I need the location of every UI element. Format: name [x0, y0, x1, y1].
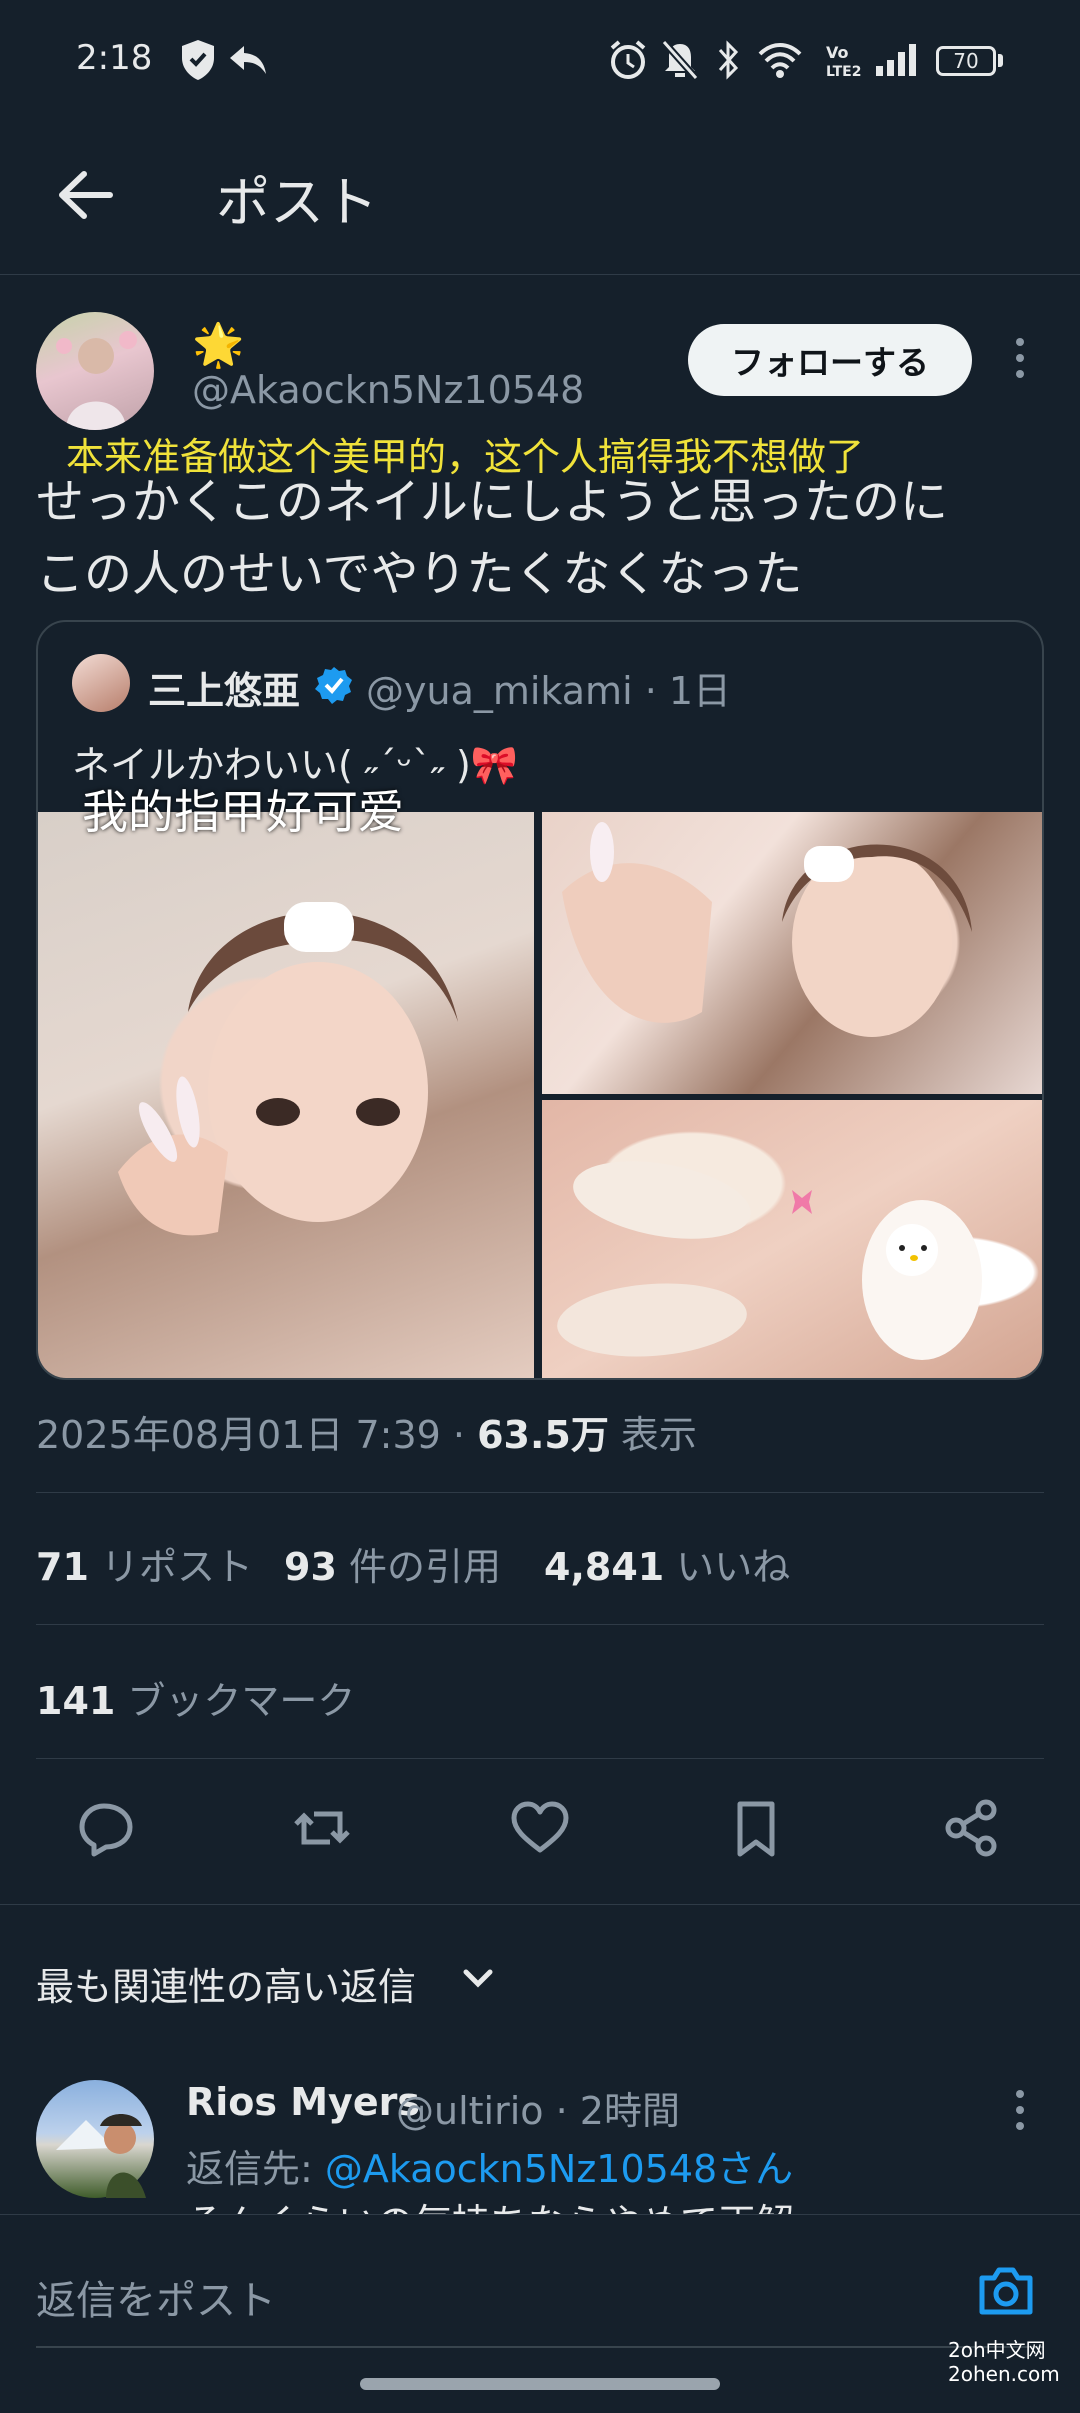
- post-timestamp: 2025年08月01日 7:39 · 63.5万 表示: [36, 1404, 697, 1459]
- quotes-stat[interactable]: 93 件の引用: [284, 1536, 501, 1591]
- reply-more-options-icon[interactable]: [1006, 2086, 1034, 2134]
- reposts-label: リポスト: [100, 1545, 253, 1589]
- stats-divider-bottom: [36, 1758, 1044, 1759]
- chevron-down-icon[interactable]: [458, 1956, 498, 2000]
- reply-handle-time[interactable]: @ultirio · 2時間: [396, 2080, 680, 2135]
- svg-text:LTE2: LTE2: [826, 64, 861, 80]
- watermark-line-1: 2oh中文网: [948, 2338, 1046, 2362]
- quote-author-name: 三上悠亜: [148, 669, 301, 713]
- quote-photo-2[interactable]: [542, 812, 1042, 1094]
- notifications-muted-icon: [660, 38, 700, 82]
- quote-photo-3[interactable]: [542, 1100, 1042, 1378]
- reply-sort-dropdown[interactable]: 最も関連性の高い返信: [36, 1956, 416, 2011]
- lte-icon: Vo LTE2: [824, 38, 864, 82]
- quote-handle-time: @yua_mikami · 1日: [366, 669, 732, 713]
- wifi-icon: [756, 38, 804, 82]
- reply-to-prefix: 返信先:: [186, 2147, 325, 2191]
- reposts-stat[interactable]: 71 リポスト: [36, 1536, 253, 1591]
- quotes-label: 件の引用: [348, 1545, 501, 1589]
- stats-divider-middle: [36, 1624, 1044, 1625]
- post-text-line-1: せっかくこのネイルにしようと思ったのに: [36, 474, 949, 530]
- repost-icon[interactable]: [290, 1796, 354, 1860]
- bookmark-icon[interactable]: [724, 1796, 788, 1860]
- compose-underline: [36, 2346, 1044, 2348]
- reply-input[interactable]: 返信をポスト: [36, 2268, 276, 2326]
- status-time: 2:18: [76, 38, 153, 78]
- author-avatar[interactable]: [36, 312, 154, 430]
- reply-author-avatar[interactable]: [36, 2080, 154, 2198]
- bookmarks-stat[interactable]: 141 ブックマーク: [36, 1670, 355, 1725]
- shield-icon: [178, 38, 218, 82]
- follow-button[interactable]: フォローする: [688, 324, 972, 396]
- quote-author-avatar: [72, 654, 130, 712]
- bluetooth-icon: [714, 38, 744, 82]
- likes-stat[interactable]: 4,841 いいね: [544, 1536, 790, 1591]
- watermark-line-2: 2ohen.com: [948, 2362, 1060, 2386]
- author-handle[interactable]: @Akaockn5Nz10548: [192, 368, 584, 412]
- likes-label: いいね: [676, 1545, 791, 1589]
- quotes-count: 93: [284, 1545, 337, 1589]
- battery-tip: [998, 54, 1003, 67]
- view-label: 表示: [608, 1413, 697, 1457]
- header-divider: [0, 274, 1080, 275]
- svg-text:Vo: Vo: [826, 43, 849, 62]
- post-text-line-2: この人のせいでやりたくなくなった: [36, 546, 803, 602]
- actions-divider: [0, 1904, 1080, 1905]
- likes-count: 4,841: [544, 1545, 665, 1589]
- stats-divider-top: [36, 1492, 1044, 1493]
- bookmarks-label: ブックマーク: [127, 1679, 356, 1723]
- back-button[interactable]: [52, 160, 122, 230]
- share-icon[interactable]: [940, 1796, 1004, 1860]
- signal-icon: [874, 38, 922, 82]
- camera-icon[interactable]: [976, 2260, 1036, 2320]
- verified-badge-icon: [314, 665, 354, 705]
- post-date: 2025年08月01日 7:39 ·: [36, 1413, 478, 1457]
- author-display-name[interactable]: 🌟: [192, 320, 244, 370]
- reply-to-handle[interactable]: @Akaockn5Nz10548さん: [325, 2147, 793, 2191]
- bookmarks-count: 141: [36, 1679, 116, 1723]
- reply-icon[interactable]: [74, 1796, 138, 1860]
- reply-to-line: 返信先: @Akaockn5Nz10548さん: [186, 2138, 793, 2193]
- watermark: 2oh中文网 2ohen.com: [948, 2338, 1060, 2386]
- battery-icon: 70: [936, 46, 996, 76]
- quote-photo-1[interactable]: [38, 812, 534, 1378]
- view-count[interactable]: 63.5万: [477, 1413, 609, 1457]
- like-icon[interactable]: [508, 1796, 572, 1860]
- page-title: ポスト: [216, 171, 378, 234]
- quote-overlay-caption: 我的指甲好可爱: [82, 785, 404, 839]
- home-indicator[interactable]: [360, 2378, 720, 2390]
- reposts-count: 71: [36, 1545, 89, 1589]
- alarm-icon: [608, 38, 648, 82]
- more-options-icon[interactable]: [1006, 334, 1034, 382]
- reply-arrow-icon: [226, 38, 270, 82]
- reply-author-name[interactable]: Rios Myers: [186, 2080, 420, 2124]
